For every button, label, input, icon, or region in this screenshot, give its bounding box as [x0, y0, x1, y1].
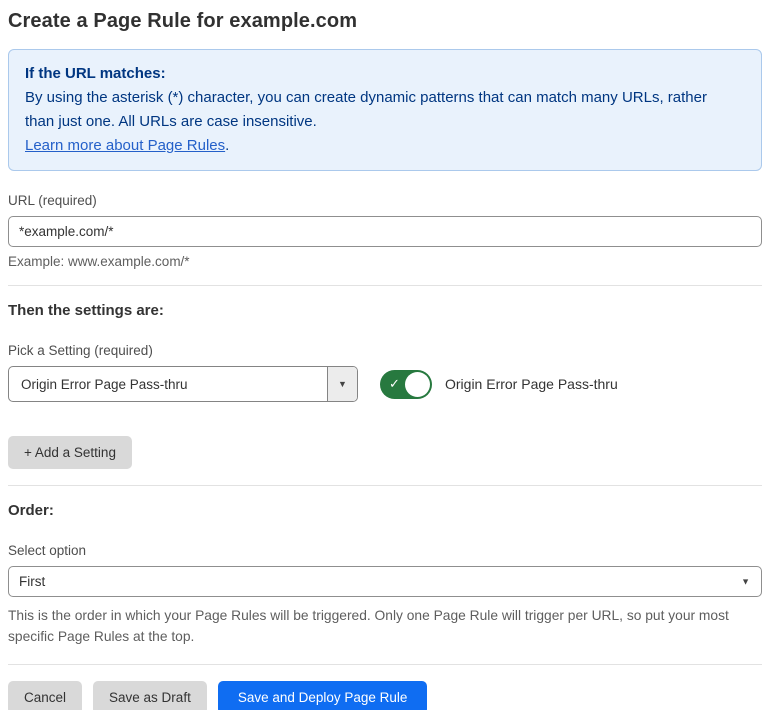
order-helper-text: This is the order in which your Page Rul… — [8, 608, 729, 644]
link-period: . — [225, 137, 230, 154]
info-box-heading: If the URL matches: — [25, 65, 166, 82]
save-draft-button[interactable]: Save as Draft — [93, 681, 207, 710]
divider — [8, 285, 762, 286]
order-section-heading: Order: — [8, 502, 54, 519]
order-select-value: First — [19, 574, 46, 589]
divider — [8, 485, 762, 486]
setting-picker-arrow-button[interactable]: ▼ — [327, 367, 357, 401]
chevron-down-icon: ▼ — [338, 378, 347, 389]
url-helper-text: Example: www.example.com/* — [8, 254, 190, 269]
settings-section-heading: Then the settings are: — [8, 302, 164, 319]
setting-picker-value: Origin Error Page Pass-thru — [21, 376, 188, 392]
order-select[interactable]: First ▼ — [8, 566, 762, 597]
create-page-rule-form: Create a Page Rule for example.com If th… — [0, 0, 770, 710]
setting-picker-dropdown[interactable]: Origin Error Page Pass-thru ▼ — [8, 366, 358, 402]
url-input[interactable] — [8, 216, 762, 247]
divider — [8, 664, 762, 665]
url-match-info-box: If the URL matches: By using the asteris… — [8, 49, 762, 171]
check-icon: ✓ — [389, 376, 400, 391]
page-title: Create a Page Rule for example.com — [8, 10, 358, 32]
url-label: URL (required) — [8, 193, 97, 208]
toggle-label: Origin Error Page Pass-thru — [445, 376, 618, 392]
chevron-down-icon: ▼ — [741, 576, 750, 586]
pick-setting-label: Pick a Setting (required) — [8, 343, 153, 358]
add-setting-button[interactable]: + Add a Setting — [8, 436, 132, 469]
learn-more-link[interactable]: Learn more about Page Rules — [25, 137, 225, 154]
save-deploy-button[interactable]: Save and Deploy Page Rule — [217, 681, 428, 710]
select-option-label: Select option — [8, 543, 87, 558]
toggle-knob — [405, 371, 430, 397]
origin-error-toggle[interactable]: ✓ — [380, 369, 432, 399]
info-box-body: By using the asterisk (*) character, you… — [25, 89, 707, 130]
cancel-button[interactable]: Cancel — [8, 681, 83, 710]
setting-row: Origin Error Page Pass-thru ▼ ✓ Origin E… — [8, 366, 762, 402]
footer-actions: Cancel Save as Draft Save and Deploy Pag… — [8, 681, 762, 710]
url-field-group: URL (required) Example: www.example.com/… — [8, 193, 762, 269]
